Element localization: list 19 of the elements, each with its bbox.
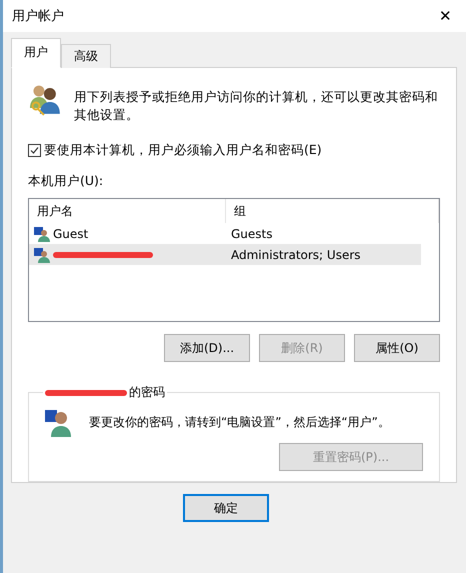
user-group: Administrators; Users [226,248,421,262]
close-button[interactable]: ✕ [435,7,456,25]
column-header[interactable]: 用户名 [29,199,226,223]
user-name: Guest [53,226,88,240]
group-title: 的密码 [129,384,165,401]
tab[interactable]: 高级 [61,44,111,68]
tab[interactable]: 用户 [11,38,61,68]
ok-button[interactable]: 确定 [183,494,269,522]
users-label: 本机用户(U): [28,173,104,190]
intro-text: 用下列表授予或拒绝用户访问你的计算机，还可以更改其密码和其他设置。 [74,88,439,124]
window-title: 用户帐户 [12,8,64,25]
column-header[interactable]: 组 [226,199,439,223]
list-action-button[interactable]: 添加(D)... [164,334,250,362]
user-row[interactable]: Administrators; Users [29,244,421,265]
password-hint: 要更改你的密码，请转到“电脑设置”，然后选择“用户”。 [89,414,390,430]
list-action-button[interactable]: 属性(O) [354,334,440,362]
user-group: Guests [226,226,421,240]
user-row[interactable]: Guest Guests [29,223,421,244]
checkbox-label: 要使用本计算机，用户必须输入用户名和密码(E) [44,142,322,159]
